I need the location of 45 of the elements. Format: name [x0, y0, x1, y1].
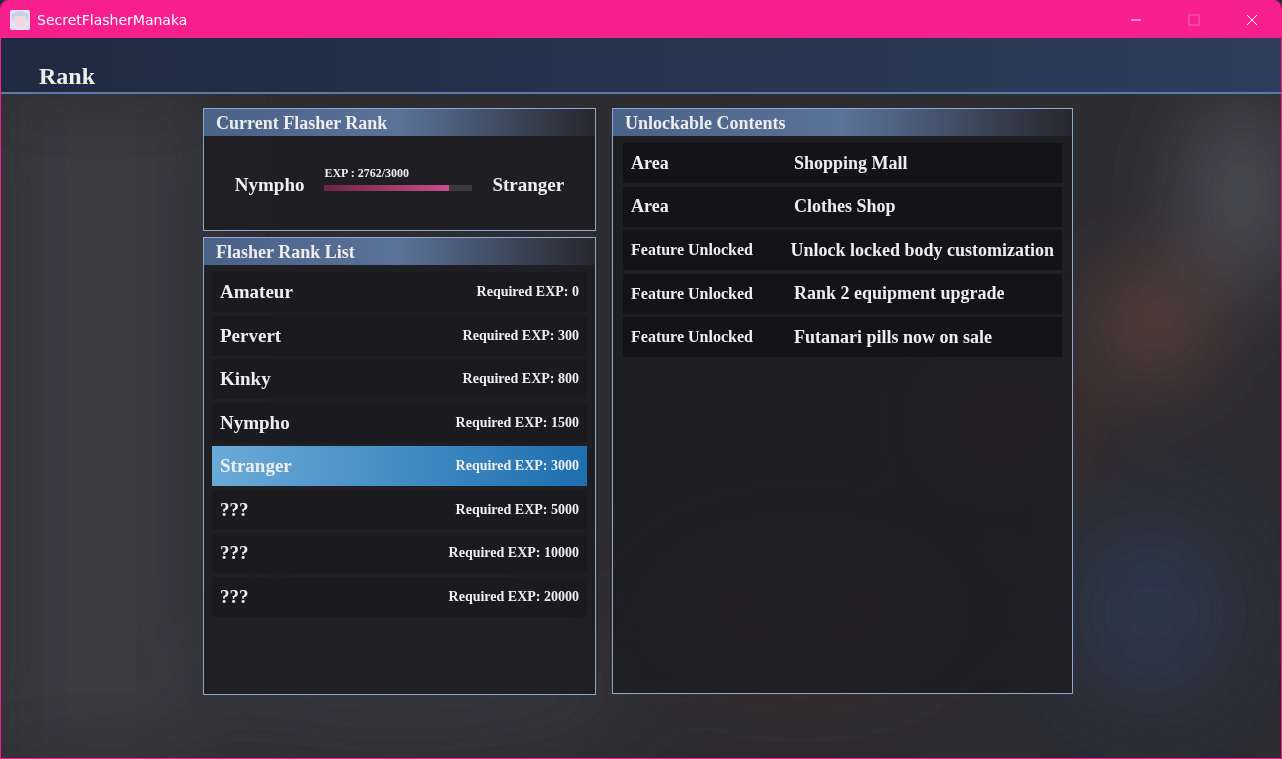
required-exp: Required EXP: 5000 — [455, 501, 579, 518]
maximize-icon — [1188, 13, 1200, 26]
rank-row[interactable]: Stranger Required EXP: 3000 — [212, 446, 587, 486]
panel-title: Current Flasher Rank — [204, 109, 595, 136]
rank-name: Kinky — [220, 368, 271, 390]
rank-row[interactable]: ??? Required EXP: 20000 — [212, 576, 587, 617]
rank-name: ??? — [220, 542, 249, 564]
unlock-content: Unlock locked body customization — [790, 239, 1054, 261]
rank-row[interactable]: ??? Required EXP: 5000 — [212, 489, 587, 530]
unlock-type: Feature Unlocked — [631, 328, 754, 346]
current-rank: Nympho — [234, 174, 305, 196]
unlock-type: Area — [631, 152, 670, 174]
required-exp: Required EXP: 300 — [462, 327, 579, 344]
rank-name: ??? — [220, 498, 249, 521]
unlock-content: Futanari pills now on sale — [794, 326, 993, 348]
unlock-type: Feature Unlocked — [631, 284, 754, 303]
required-exp: Required EXP: 800 — [462, 371, 579, 387]
exp-label: EXP : 2762/3000 — [324, 165, 411, 181]
next-rank: Stranger — [492, 174, 565, 196]
unlock-content: Clothes Shop — [794, 196, 896, 217]
rank-row[interactable]: ??? Required EXP: 10000 — [212, 533, 587, 573]
required-exp: Required EXP: 20000 — [448, 588, 579, 605]
rank-name: Pervert — [220, 324, 282, 347]
rank-row[interactable]: Amateur Required EXP: 0 — [212, 272, 587, 312]
rank-row[interactable]: Pervert Required EXP: 300 — [212, 315, 587, 356]
unlock-content: Rank 2 equipment upgrade — [794, 283, 1005, 304]
rank-name: Nympho — [220, 411, 290, 434]
required-exp: Required EXP: 3000 — [455, 458, 579, 474]
rank-name: Amateur — [220, 281, 293, 303]
window-title: SecretFlasherManaka — [37, 11, 189, 28]
rank-name: Stranger — [220, 455, 292, 477]
rank-row[interactable]: Nympho Required EXP: 1500 — [212, 402, 587, 443]
unlock-type: Feature Unlocked — [631, 241, 754, 259]
app-icon — [10, 9, 30, 30]
rank-name: ??? — [220, 585, 249, 608]
required-exp: Required EXP: 0 — [476, 284, 579, 300]
required-exp: Required EXP: 1500 — [455, 414, 579, 431]
unlock-content: Shopping Mall — [794, 152, 908, 174]
required-exp: Required EXP: 10000 — [448, 545, 579, 561]
panel-title: Unlockable Contents — [613, 109, 1072, 136]
page-title: Rank — [39, 63, 96, 90]
close-icon — [1246, 13, 1258, 26]
panel-title: Flasher Rank List — [204, 238, 595, 265]
rank-row[interactable]: Kinky Required EXP: 800 — [212, 359, 587, 399]
unlock-type: Area — [631, 196, 670, 217]
